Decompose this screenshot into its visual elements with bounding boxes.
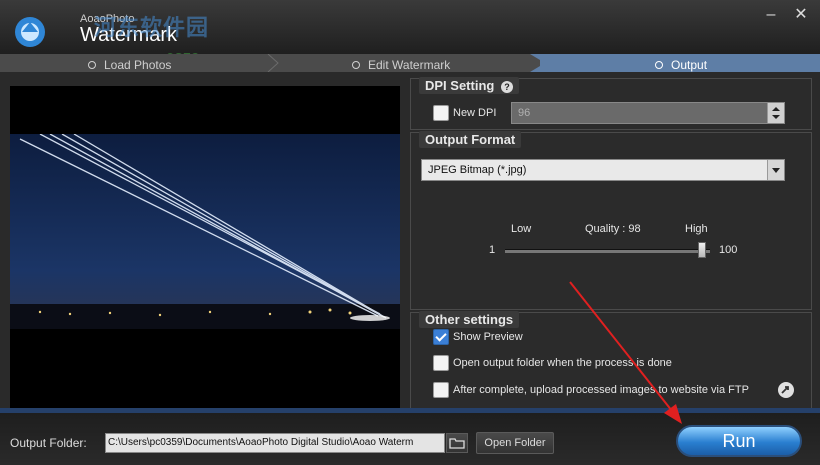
annotation-arrow-icon [569, 281, 682, 424]
